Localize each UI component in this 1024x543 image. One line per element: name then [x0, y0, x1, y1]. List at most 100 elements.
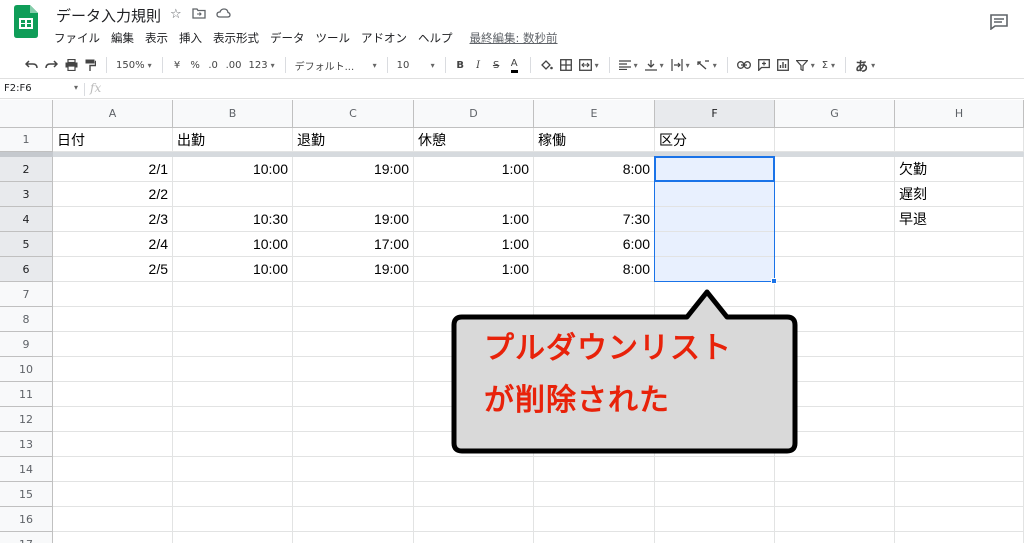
- row-header-1[interactable]: 1: [0, 128, 53, 152]
- cell-h3[interactable]: 遅刻: [895, 182, 1024, 207]
- fill-handle[interactable]: [771, 278, 777, 284]
- cell-c5[interactable]: 17:00: [293, 232, 414, 257]
- menu-format[interactable]: 表示形式: [213, 30, 259, 46]
- cell-g10[interactable]: [775, 357, 895, 382]
- cell-f17[interactable]: [655, 532, 775, 543]
- menu-data[interactable]: データ: [270, 30, 305, 46]
- cell-b10[interactable]: [173, 357, 293, 382]
- currency-format-button[interactable]: ¥: [169, 54, 186, 76]
- column-header-g[interactable]: G: [775, 100, 895, 128]
- cell-a6[interactable]: 2/5: [53, 257, 173, 282]
- cell-g3[interactable]: [775, 182, 895, 207]
- cell-g8[interactable]: [775, 307, 895, 332]
- bold-button[interactable]: B: [452, 54, 469, 76]
- cell-h14[interactable]: [895, 457, 1024, 482]
- cell-g13[interactable]: [775, 432, 895, 457]
- comment-icon[interactable]: [990, 14, 1008, 30]
- row-header-6[interactable]: 6: [0, 257, 53, 282]
- input-tools-button[interactable]: あ: [852, 54, 878, 76]
- cell-b6[interactable]: 10:00: [173, 257, 293, 282]
- cell-a16[interactable]: [53, 507, 173, 532]
- row-header-14[interactable]: 14: [0, 457, 53, 482]
- select-all-corner[interactable]: [0, 100, 53, 128]
- cell-g11[interactable]: [775, 382, 895, 407]
- column-header-f[interactable]: F: [655, 100, 775, 128]
- cell-c13[interactable]: [293, 432, 414, 457]
- cell-b8[interactable]: [173, 307, 293, 332]
- print-icon[interactable]: [62, 54, 81, 76]
- cloud-status-icon[interactable]: [216, 7, 231, 23]
- cell-a3[interactable]: 2/2: [53, 182, 173, 207]
- cell-b2[interactable]: 10:00: [173, 157, 293, 182]
- cell-h17[interactable]: [895, 532, 1024, 543]
- increase-decimal-button[interactable]: .00: [223, 54, 245, 76]
- cell-f7[interactable]: [655, 282, 775, 307]
- cell-a11[interactable]: [53, 382, 173, 407]
- cell-b17[interactable]: [173, 532, 293, 543]
- column-header-a[interactable]: A: [53, 100, 173, 128]
- cell-c8[interactable]: [293, 307, 414, 332]
- borders-icon[interactable]: [557, 54, 575, 76]
- menu-edit[interactable]: 編集: [111, 30, 134, 46]
- italic-button[interactable]: I: [470, 54, 487, 76]
- insert-link-icon[interactable]: [734, 54, 754, 76]
- cell-f6[interactable]: [655, 257, 775, 282]
- column-header-e[interactable]: E: [534, 100, 655, 128]
- cell-e1[interactable]: 稼働: [534, 128, 655, 152]
- cell-e6[interactable]: 8:00: [534, 257, 655, 282]
- menu-tools[interactable]: ツール: [316, 30, 351, 46]
- cell-c9[interactable]: [293, 332, 414, 357]
- paint-format-icon[interactable]: [82, 54, 99, 76]
- text-rotation-icon[interactable]: [694, 54, 720, 76]
- cell-a12[interactable]: [53, 407, 173, 432]
- cell-h15[interactable]: [895, 482, 1024, 507]
- row-header-7[interactable]: 7: [0, 282, 53, 307]
- cell-d1[interactable]: 休憩: [414, 128, 534, 152]
- cell-b16[interactable]: [173, 507, 293, 532]
- cell-a4[interactable]: 2/3: [53, 207, 173, 232]
- cell-h8[interactable]: [895, 307, 1024, 332]
- cell-d6[interactable]: 1:00: [414, 257, 534, 282]
- cell-f5[interactable]: [655, 232, 775, 257]
- row-header-5[interactable]: 5: [0, 232, 53, 257]
- decrease-decimal-button[interactable]: .0: [205, 54, 222, 76]
- cell-h5[interactable]: [895, 232, 1024, 257]
- cell-c14[interactable]: [293, 457, 414, 482]
- zoom-select[interactable]: 150%: [113, 54, 155, 76]
- cell-c6[interactable]: 19:00: [293, 257, 414, 282]
- cell-a1[interactable]: 日付: [53, 128, 173, 152]
- cell-g6[interactable]: [775, 257, 895, 282]
- cell-d16[interactable]: [414, 507, 534, 532]
- undo-icon[interactable]: [22, 54, 41, 76]
- cell-f1[interactable]: 区分: [655, 128, 775, 152]
- cell-f14[interactable]: [655, 457, 775, 482]
- cell-g4[interactable]: [775, 207, 895, 232]
- cell-a7[interactable]: [53, 282, 173, 307]
- cell-h12[interactable]: [895, 407, 1024, 432]
- cell-f13[interactable]: [655, 432, 775, 457]
- more-formats-select[interactable]: 123: [246, 54, 278, 76]
- filter-icon[interactable]: [793, 54, 818, 76]
- cell-f3[interactable]: [655, 182, 775, 207]
- insert-chart-icon[interactable]: [774, 54, 792, 76]
- cell-d13[interactable]: [414, 432, 534, 457]
- cell-a17[interactable]: [53, 532, 173, 543]
- strikethrough-button[interactable]: S: [488, 54, 505, 76]
- redo-icon[interactable]: [42, 54, 61, 76]
- cell-d5[interactable]: 1:00: [414, 232, 534, 257]
- cell-c11[interactable]: [293, 382, 414, 407]
- row-header-4[interactable]: 4: [0, 207, 53, 232]
- cell-c7[interactable]: [293, 282, 414, 307]
- cell-f2[interactable]: [655, 157, 775, 182]
- cell-g7[interactable]: [775, 282, 895, 307]
- cell-h9[interactable]: [895, 332, 1024, 357]
- cell-f4[interactable]: [655, 207, 775, 232]
- star-icon[interactable]: ☆: [170, 7, 182, 23]
- cell-d4[interactable]: 1:00: [414, 207, 534, 232]
- cell-e15[interactable]: [534, 482, 655, 507]
- cell-h4[interactable]: 早退: [895, 207, 1024, 232]
- sheets-logo[interactable]: [14, 5, 38, 38]
- move-folder-icon[interactable]: [192, 7, 206, 23]
- cell-g1[interactable]: [775, 128, 895, 152]
- functions-button[interactable]: Σ: [819, 54, 838, 76]
